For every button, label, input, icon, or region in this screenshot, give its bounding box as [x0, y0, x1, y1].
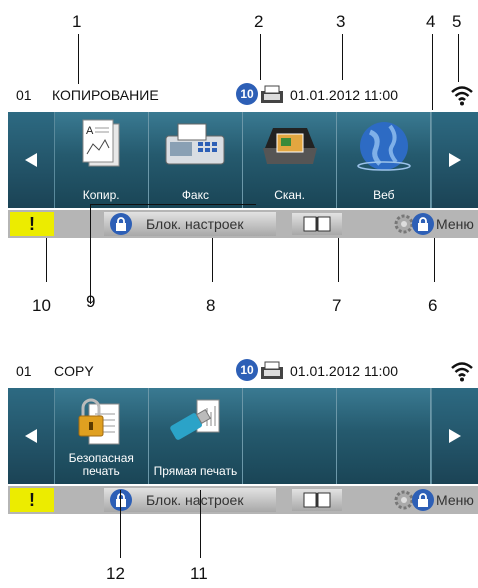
mode-label-2: COPY	[54, 363, 94, 379]
bottom-bar: ! Блок. настроек Меню	[8, 210, 478, 238]
status-bar: 01 КОПИРОВАНИЕ 10 01.01.2012 11:00	[8, 80, 478, 110]
fax-tile[interactable]: Факс	[148, 112, 244, 208]
lock-icon	[110, 213, 132, 235]
globe-icon	[357, 122, 411, 171]
arrow-left-icon	[24, 153, 37, 167]
status-number: 01	[16, 87, 32, 103]
address-book-button-2[interactable]	[292, 489, 342, 511]
empty-tile-1	[243, 388, 338, 484]
menu-label: Меню	[436, 216, 474, 232]
direct-print-label: Прямая печать	[153, 464, 238, 478]
scanner-icon	[262, 128, 317, 164]
callout-4: 4	[426, 12, 436, 31]
usb-drive-icon	[170, 399, 220, 440]
time-display-2: 11:00	[364, 363, 398, 379]
scroll-right-button-2[interactable]	[431, 388, 478, 484]
menu-lock-icon-2	[412, 489, 434, 511]
time-display: 11:00	[364, 87, 398, 103]
fax-count-badge-2: 10	[236, 359, 258, 381]
fax-icon	[261, 85, 283, 103]
fax-machine-icon	[165, 123, 225, 165]
screen-top: 01 КОПИРОВАНИЕ 10 01.01.2012 11:00 A Коп…	[8, 80, 478, 240]
callout-10: 10	[32, 296, 51, 315]
menu-label-2: Меню	[436, 492, 474, 508]
leader-line-5	[458, 34, 459, 82]
status-number-2: 01	[16, 363, 32, 379]
copy-label: Копир.	[82, 188, 120, 202]
fax-label: Факс	[181, 188, 209, 202]
fax-count-badge: 10	[236, 83, 258, 105]
menu-button-2[interactable]: Меню	[392, 487, 478, 513]
setting-lock-label: Блок. настроек	[146, 216, 244, 232]
menu-button[interactable]: Меню	[392, 211, 478, 237]
warning-button[interactable]: !	[10, 212, 54, 236]
date-display: 01.01.2012	[290, 87, 361, 103]
callout-9: 9	[86, 292, 96, 311]
callout-11: 11	[190, 564, 208, 583]
scan-tile[interactable]: Скан.	[243, 112, 338, 208]
scroll-left-button[interactable]	[8, 112, 55, 208]
scroll-left-button-2[interactable]	[8, 388, 55, 484]
web-label: Веб	[373, 188, 395, 202]
copy-icon: A	[82, 119, 120, 167]
copy-tile[interactable]: A Копир.	[54, 112, 149, 208]
callout-6: 6	[428, 296, 438, 315]
callout-7: 7	[332, 296, 342, 315]
date-display-2: 01.01.2012	[290, 363, 361, 379]
setting-lock-button-2[interactable]: Блок. настроек	[104, 488, 276, 512]
leader-line-7	[338, 238, 339, 282]
arrow-right-icon	[449, 429, 462, 443]
leader-line-3	[342, 34, 343, 80]
svg-text:A: A	[86, 125, 94, 137]
callout-3: 3	[336, 12, 346, 31]
callout-2: 2	[254, 12, 264, 31]
screen-bottom: 01 COPY 10 01.01.2012 11:00 Безопасная п…	[8, 356, 478, 516]
callout-12: 12	[106, 564, 125, 583]
fax-memory-indicator: 10	[236, 83, 284, 105]
leader-line-1	[78, 34, 79, 84]
leader-line-10	[46, 238, 47, 282]
callout-1: 1	[72, 12, 82, 31]
arrow-right-icon	[449, 153, 462, 167]
lock-icon	[110, 489, 132, 511]
leader-line-2	[260, 34, 261, 80]
setting-lock-button[interactable]: Блок. настроек	[104, 212, 276, 236]
function-tiles-2: Безопасная печать Прямая печать	[8, 388, 478, 484]
address-book-icon	[303, 216, 331, 232]
bottom-bar-2: ! Блок. настроек Меню	[8, 486, 478, 514]
arrow-left-icon	[24, 429, 37, 443]
fax-memory-indicator-2: 10	[236, 359, 284, 381]
scan-label: Скан.	[274, 188, 306, 202]
function-tiles: A Копир. Факс Скан. Веб	[8, 112, 478, 208]
scroll-right-button[interactable]	[431, 112, 478, 208]
leader-line-9a	[90, 204, 100, 205]
mode-label: КОПИРОВАНИЕ	[52, 87, 159, 103]
warning-button-2[interactable]: !	[10, 488, 54, 512]
leader-line-9	[90, 204, 91, 304]
leader-line-12	[120, 490, 121, 558]
callout-5: 5	[452, 12, 462, 31]
wifi-icon-2	[451, 362, 473, 382]
setting-lock-label-2: Блок. настроек	[146, 492, 244, 508]
web-tile[interactable]: Веб	[337, 112, 432, 208]
address-book-button[interactable]	[292, 213, 342, 235]
fax-icon-2	[261, 361, 283, 379]
secure-print-icon	[78, 398, 120, 445]
status-bar-2: 01 COPY 10 01.01.2012 11:00	[8, 356, 478, 386]
leader-line-11	[200, 490, 201, 558]
menu-lock-icon	[412, 213, 434, 235]
empty-tile-2	[337, 388, 432, 484]
direct-print-tile[interactable]: Прямая печать	[148, 388, 244, 484]
leader-line-8	[212, 238, 213, 282]
wifi-icon	[451, 86, 473, 106]
leader-line-6	[434, 238, 435, 282]
callout-8: 8	[206, 296, 216, 315]
address-book-icon	[303, 492, 331, 508]
leader-line-9b	[100, 204, 256, 205]
secure-print-label: Безопасная печать	[68, 451, 134, 478]
secure-print-tile[interactable]: Безопасная печать	[54, 388, 149, 484]
